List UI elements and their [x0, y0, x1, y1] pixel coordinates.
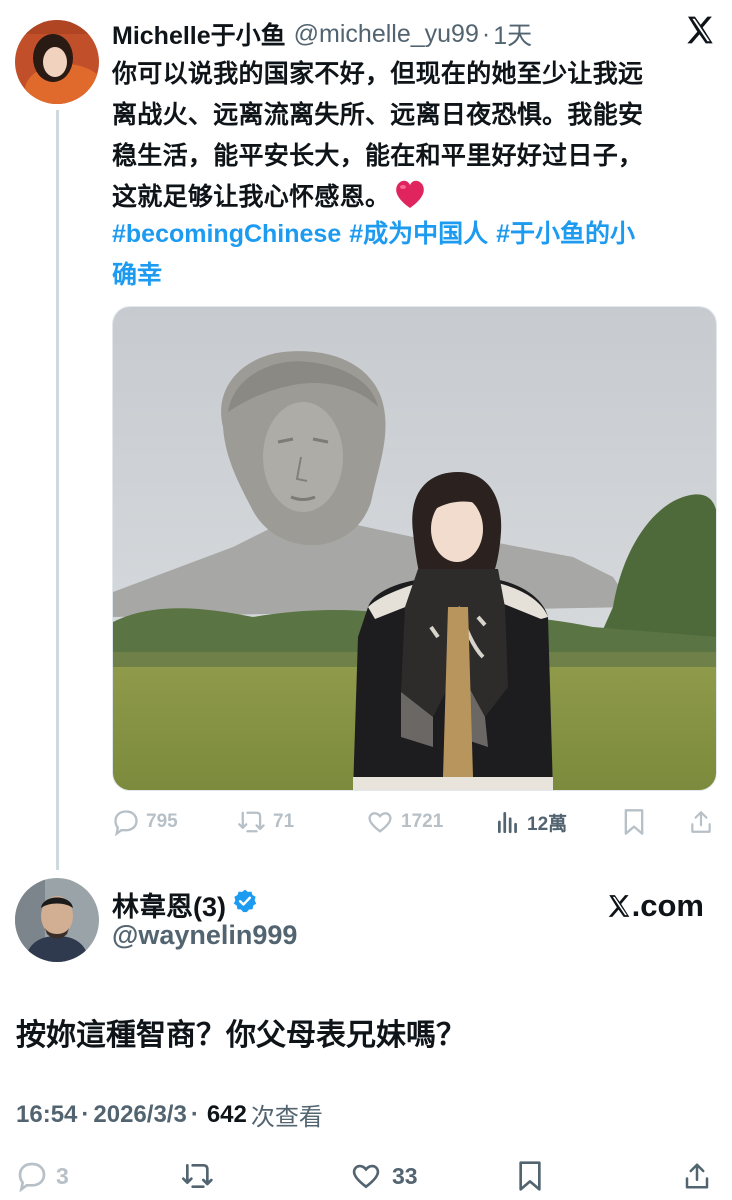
retweet-icon	[181, 1164, 213, 1188]
separator-dot: ·	[81, 1100, 90, 1128]
verified-icon	[232, 888, 258, 921]
like-icon	[352, 1164, 380, 1189]
views-icon	[497, 811, 517, 834]
quoted-retweet-button[interactable]: 71	[237, 806, 294, 838]
like-count: 33	[392, 1162, 418, 1189]
quoted-avatar[interactable]	[15, 20, 99, 104]
tweet-views-count: 642	[206, 1100, 247, 1128]
share-icon	[691, 811, 711, 833]
quoted-retweet-count: 71	[273, 811, 295, 832]
reply-button[interactable]: 3	[16, 1158, 69, 1194]
hashtag-link-continued[interactable]: 确幸	[112, 261, 162, 289]
separator-dot: ·	[481, 19, 491, 48]
x-com-logo: .com	[606, 888, 704, 924]
hashtag-link[interactable]: #成为中国人	[349, 220, 488, 248]
reply-icon	[18, 1162, 46, 1192]
text-line: 离战火、远离流离失所、远离日夜恐惧。我能安	[112, 101, 644, 129]
retweet-icon	[238, 811, 265, 833]
x-logo-icon	[608, 895, 629, 917]
quoted-tweet-text: 你可以说我的国家不好，但现在的她至少让我远 离战火、远离流离失所、远离日夜恐惧。…	[112, 54, 712, 222]
hashtags: #becomingChinese #成为中国人 #于小鱼的小 确幸	[112, 214, 717, 296]
text-line: 你可以说我的国家不好，但现在的她至少让我远	[112, 60, 644, 88]
quoted-tweet-actions: 795 71 1721 12萬	[112, 806, 717, 838]
bookmark-icon	[519, 1161, 541, 1191]
quoted-like-button[interactable]: 1721	[365, 806, 443, 838]
author-name-row: 林韋恩(3)	[112, 884, 258, 924]
tweet-photo[interactable]	[112, 306, 717, 791]
separator-dot: ·	[190, 1100, 199, 1128]
like-icon	[368, 812, 392, 833]
retweet-button[interactable]	[180, 1158, 224, 1194]
tweet-date[interactable]: 2026/3/3	[93, 1101, 186, 1129]
reply-count: 3	[56, 1162, 69, 1189]
reply-icon	[114, 810, 138, 836]
tweet-time[interactable]: 16:54	[16, 1101, 77, 1129]
x-com-text: .com	[631, 888, 704, 923]
quoted-author-name[interactable]: Michelle于小鱼	[112, 16, 286, 52]
text-line: 稳生活，能平安长大，能在和平里好好过日子，	[112, 142, 644, 170]
quoted-reply-count: 795	[146, 811, 178, 832]
quoted-timestamp[interactable]: 1天	[493, 16, 532, 52]
author-avatar[interactable]	[15, 878, 99, 962]
share-icon	[685, 1163, 709, 1189]
tweet-actions: 3 33	[0, 1158, 732, 1194]
share-button[interactable]	[682, 1158, 720, 1194]
bookmark-icon	[624, 809, 644, 835]
quoted-views-button[interactable]: 12萬	[495, 806, 567, 838]
tweet-text: 按妳這種智商？你父母表兄妹嗎？	[16, 1019, 466, 1052]
tweet-views-label: 次查看	[250, 1104, 323, 1131]
quoted-author-handle[interactable]: @michelle_yu99	[294, 20, 479, 49]
quoted-tweet-header: Michelle于小鱼 @michelle_yu99 · 1天	[112, 16, 712, 52]
quoted-views-count: 12萬	[527, 813, 568, 835]
hashtag-link[interactable]: #becomingChinese	[112, 220, 341, 248]
tweet-meta: 16:54 · 2026/3/3 · 642 次查看	[16, 1097, 323, 1132]
quoted-bookmark-button[interactable]	[622, 806, 652, 838]
like-button[interactable]: 33	[348, 1158, 418, 1194]
author-name[interactable]: 林韋恩(3)	[112, 885, 226, 924]
author-handle[interactable]: @waynelin999	[112, 920, 297, 951]
thread-line	[56, 110, 59, 870]
quoted-reply-button[interactable]: 795	[112, 806, 178, 838]
hashtag-link[interactable]: #于小鱼的小	[496, 220, 635, 248]
quoted-share-button[interactable]	[688, 806, 720, 838]
x-logo-icon	[684, 14, 716, 46]
quoted-like-count: 1721	[401, 811, 444, 832]
bookmark-button[interactable]	[516, 1158, 552, 1194]
